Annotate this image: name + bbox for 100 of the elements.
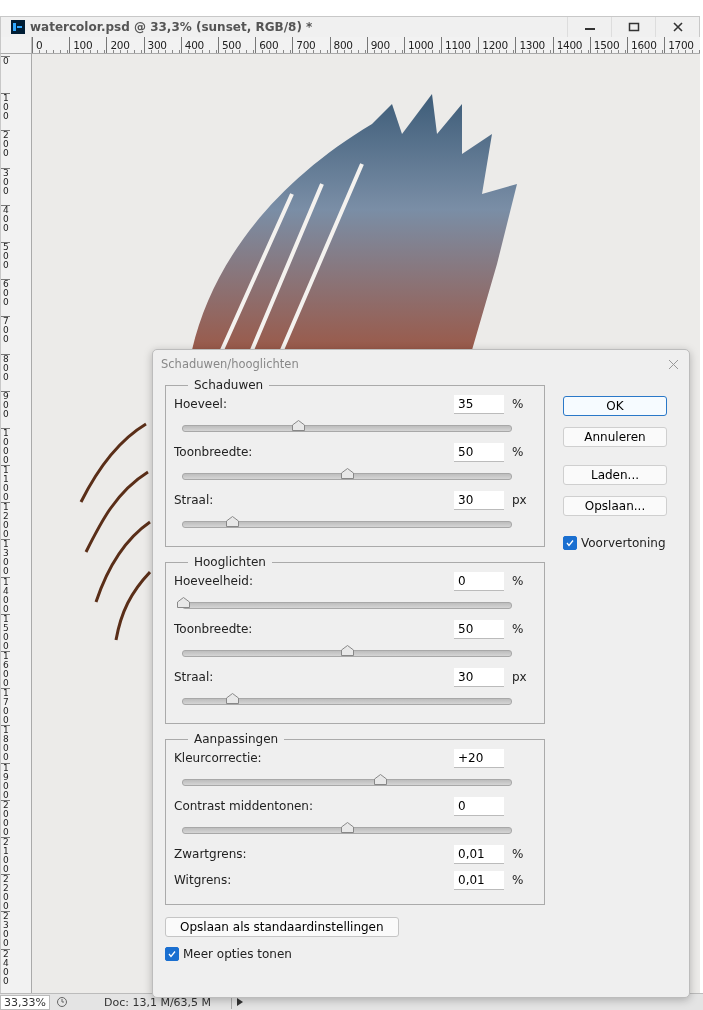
ruler-label: 1100 [1,465,10,503]
ruler-label: 100 [69,37,107,53]
ruler-label: 200 [1,130,10,168]
value-field[interactable]: 30 [454,490,504,510]
value-field[interactable]: 35 [454,394,504,414]
field-label: Kleurcorrectie: [174,751,263,765]
unit-label: px [512,670,528,684]
ruler-label: 1600 [1,651,10,689]
circle-icon [55,996,68,1008]
checkbox-label: Voorvertoning [581,536,666,550]
slider-thumb[interactable] [341,822,354,833]
ruler-label: 1000 [403,37,442,53]
group-title: Schaduwen [193,378,265,392]
check-icon [167,949,177,959]
slider-thumb[interactable] [341,645,354,656]
ruler-label: 1700 [1,688,10,726]
field-label: Toonbreedte: [174,622,254,636]
value-field[interactable]: 0 [454,571,504,591]
field-label: Straal: [174,493,215,507]
checkbox[interactable] [165,947,179,961]
value-field[interactable]: +20 [454,748,504,768]
ruler-label: 300 [1,167,10,205]
ruler-label: 1300 [515,37,553,53]
ruler-label: 1300 [1,539,10,577]
field-label: Hoeveelheid: [174,574,254,588]
unit-label: % [512,574,525,588]
value-field[interactable]: 0,01 [454,870,504,890]
slider-thumb[interactable] [373,774,387,785]
ruler-label: 1700 [664,37,700,53]
unit-label: % [512,873,525,887]
close-icon [671,21,684,33]
ruler-label: 600 [255,37,293,53]
field-label: Hoeveel: [174,397,228,411]
ruler-label: 200 [106,37,144,53]
dialog-title: Schaduwen/hooglichten [161,357,299,371]
ruler-label: 500 [1,241,10,280]
ruler-label: 900 [1,390,10,428]
document-size: Doc: 13,1 M/63,5 M [103,995,212,1009]
ruler-label: 1500 [589,37,627,53]
value-field[interactable]: 50 [454,619,504,639]
ruler-label: 800 [329,37,367,53]
ruler-label: 1600 [627,37,665,53]
ruler-label: 1400 [552,37,590,53]
app-icon [11,20,25,34]
save-defaults-button[interactable]: Opslaan als standaardinstellingen [165,917,399,937]
ruler-label: 700 [292,37,330,53]
dialog-button[interactable]: Annuleren [563,427,667,447]
ruler-label: 2300 [1,911,10,949]
slider-thumb[interactable] [226,516,240,527]
ruler-label: 600 [1,279,10,317]
field-label: Contrast middentonen: [174,799,315,813]
checkbox-label: Meer opties tonen [183,947,292,961]
ruler-label: 700 [1,316,10,354]
value-field[interactable]: 30 [454,667,504,687]
ruler-label: 0 [1,56,10,94]
ruler-label: 1200 [478,37,516,53]
ruler-label: 100 [1,93,10,131]
unit-label: % [512,397,525,411]
ruler-label: 1900 [1,762,10,800]
ruler-label: 400 [1,204,10,242]
ruler-label: 1800 [1,725,10,763]
ruler-label: 1500 [1,613,10,651]
slider-thumb[interactable] [341,468,354,479]
group-title: Hooglichten [193,555,267,569]
unit-label: px [512,493,528,507]
field-label: Straal: [174,670,215,684]
zoom-level: 33,33% [0,994,50,1010]
ruler-label: 300 [143,37,181,53]
value-field[interactable]: 0,01 [454,844,504,864]
unit-label: % [512,622,525,636]
ruler-label: 0 [32,37,70,53]
checkbox[interactable] [563,536,577,550]
window-title: watercolor.psd @ 33,3% (sunset, RGB/8) * [30,20,313,34]
slider-thumb[interactable] [291,420,305,431]
dialog-button[interactable]: Laden... [563,465,667,485]
unit-label: % [512,445,525,459]
ruler-label: 2100 [1,836,10,875]
ruler-label: 500 [217,37,256,53]
field-label: Toonbreedte: [174,445,254,459]
value-field[interactable]: 50 [454,442,504,462]
slider-thumb[interactable] [177,597,190,608]
ruler-label: 800 [1,353,10,391]
ruler-label: 400 [180,37,218,53]
value-field[interactable]: 0 [454,796,504,816]
ruler-label: 2400 [1,948,10,986]
ruler-label: 1400 [1,576,10,614]
check-icon [565,538,575,548]
slider-thumb[interactable] [226,693,240,704]
ruler-label: 1200 [1,502,10,540]
dialog-button[interactable]: Opslaan... [563,496,667,516]
group-title: Aanpassingen [193,732,280,746]
maximize-icon [627,22,640,32]
ruler-label: 900 [366,37,404,53]
ruler-label: 2200 [1,874,10,912]
ruler-label: 1000 [1,427,10,466]
unit-label: % [512,847,525,861]
field-label: Zwartgrens: [174,847,248,861]
ruler-label: 1100 [441,37,479,53]
dialog-button[interactable]: OK [563,396,667,416]
ruler-label: 2000 [1,799,10,837]
